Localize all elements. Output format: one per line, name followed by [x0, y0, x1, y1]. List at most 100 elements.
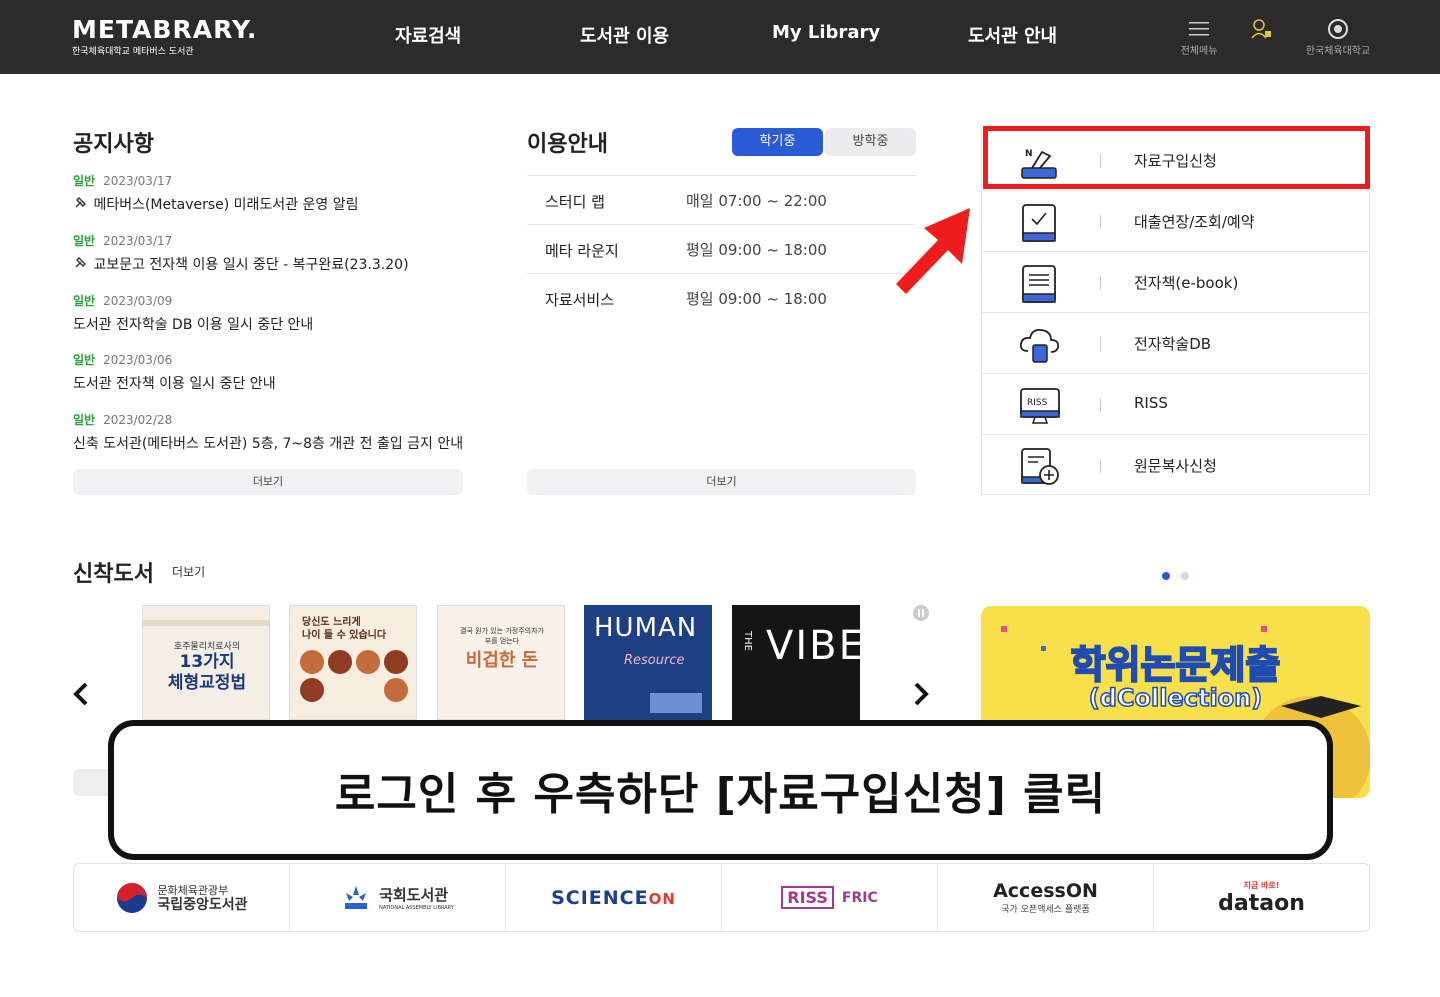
partner-line1: 문화체육관광부: [157, 883, 229, 897]
book-art: [300, 650, 408, 702]
new-books-title: 신착도서: [73, 562, 154, 587]
carousel-dot[interactable]: [1181, 572, 1189, 580]
partner-riss-fric[interactable]: RISS FRIC: [722, 864, 938, 931]
usage-row: 자료서비스 평일 09:00 ~ 18:00: [527, 273, 916, 322]
notice-title: 공지사항: [73, 132, 154, 157]
usage-hours: 평일 09:00 ~ 18:00: [686, 241, 827, 259]
quick-item-database[interactable]: 전자학술DB: [982, 313, 1369, 374]
notice-date: 2023/03/09: [103, 294, 173, 308]
book-cover[interactable]: 호주물리치료사의 13가지 체형교정법: [142, 605, 270, 720]
university-link[interactable]: 한국체육대학교: [1293, 16, 1383, 57]
dataon-logo-icon: 지금 바로! dataon: [1218, 880, 1305, 916]
usage-hours: 매일 07:00 ~ 22:00: [686, 192, 827, 210]
book-subtitle: 호주물리치료사의: [173, 642, 241, 652]
partner-line2: ON: [648, 889, 676, 908]
usage-label: 자료서비스: [545, 291, 615, 309]
nav-search[interactable]: 자료검색: [395, 22, 461, 48]
notice-title-text: 신축 도서관(메타버스 도서관) 5층, 7~8층 개관 전 출입 금지 안내: [73, 436, 464, 452]
next-arrow-button[interactable]: [912, 680, 930, 715]
nav-my-library[interactable]: My Library: [772, 22, 880, 43]
notice-title-text: 교보문고 전자책 이용 일시 중단 - 복구완료(23.3.20): [93, 257, 409, 273]
quick-label: 전자학술DB: [1134, 335, 1212, 353]
notice-item[interactable]: 일반 2023/03/17 메타버스(Metaverse) 미래도서관 운영 알림: [73, 172, 463, 214]
book-title: VIBE: [766, 623, 860, 669]
notice-more-button[interactable]: 더보기: [73, 469, 463, 495]
partner-line2: 국립중앙도서관: [157, 896, 248, 913]
book-cover[interactable]: 당신도 느리게 나이 들 수 있습니다: [289, 605, 417, 720]
partner-dataon[interactable]: 지금 바로! dataon: [1154, 864, 1369, 931]
tab-semester[interactable]: 학기중: [732, 128, 823, 156]
university-emblem-icon: [1293, 16, 1383, 42]
quick-item-loan[interactable]: 대출연장/조회/예약: [982, 191, 1369, 252]
notice-category: 일반: [73, 174, 96, 188]
notice-item[interactable]: 일반 2023/03/06 도서관 전자책 이용 일시 중단 안내: [73, 351, 463, 393]
page: METABRARY. 한국체육대학교 메타버스 도서관 자료검색 도서관 이용 …: [0, 0, 1440, 997]
usage-title: 이용안내: [527, 132, 608, 157]
prev-arrow-button[interactable]: [72, 680, 90, 715]
book-title: HUMAN: [594, 613, 698, 643]
top-header: METABRARY. 한국체육대학교 메타버스 도서관 자료검색 도서관 이용 …: [0, 0, 1440, 74]
scienceon-logo-icon: SCIENCEON: [551, 887, 676, 909]
notice-item[interactable]: 일반 2023/03/09 도서관 전자학술 DB 이용 일시 중단 안내: [73, 292, 463, 334]
quick-item-ebook[interactable]: 전자책(e-book): [982, 252, 1369, 313]
partner-nlk[interactable]: 문화체육관광부 국립중앙도서관: [74, 864, 290, 931]
nav-library-use[interactable]: 도서관 이용: [580, 22, 669, 48]
pause-button[interactable]: [913, 605, 929, 621]
notice-date: 2023/03/06: [103, 353, 173, 367]
separator: [1100, 276, 1101, 290]
notice-category: 일반: [73, 234, 96, 248]
book-title: 비겁한 돈: [465, 650, 539, 671]
nav-library-info[interactable]: 도서관 안내: [968, 22, 1057, 48]
book-cover[interactable]: HUMAN Resource: [584, 605, 712, 720]
separator: [1100, 337, 1101, 351]
riss-fric-logo-icon: RISS: [781, 886, 834, 909]
notice-category: 일반: [73, 353, 96, 367]
logo-subtitle: 한국체육대학교 메타버스 도서관: [72, 47, 194, 57]
carousel-dot-active[interactable]: [1162, 572, 1170, 580]
book-cover[interactable]: VIBE THE: [732, 605, 860, 720]
partner-links: 문화체육관광부 국립중앙도서관 국회도서관 NATIONAL ASSEMBLY …: [73, 863, 1370, 932]
usage-label: 메타 라운지: [545, 242, 619, 260]
quick-item-riss[interactable]: RISS RISS: [982, 374, 1369, 435]
notice-category: 일반: [73, 294, 96, 308]
logo-text: METABRARY.: [72, 15, 258, 44]
highlight-box: [983, 126, 1370, 189]
notice-item[interactable]: 일반 2023/02/28 신축 도서관(메타버스 도서관) 5층, 7~8층 개…: [73, 411, 463, 453]
partner-line1: 지금 바로!: [1243, 880, 1280, 890]
partner-accesson[interactable]: AccessON 국가 오픈액세스 플랫폼: [938, 864, 1154, 931]
partner-line2: FRIC: [841, 889, 878, 906]
site-logo[interactable]: METABRARY. 한국체육대학교 메타버스 도서관: [72, 15, 258, 58]
partner-scienceon[interactable]: SCIENCEON: [506, 864, 722, 931]
usage-label: 스터디 랩: [545, 193, 605, 211]
notice-title-text: 도서관 전자학술 DB 이용 일시 중단 안내: [73, 317, 314, 333]
accesson-logo-icon: AccessON 국가 오픈액세스 플랫폼: [993, 880, 1098, 915]
usage-row: 메타 라운지 평일 09:00 ~ 18:00: [527, 224, 916, 273]
new-books-more-link[interactable]: 더보기: [172, 563, 205, 580]
cloud-db-icon: [1018, 325, 1062, 365]
usage-hours: 평일 09:00 ~ 18:00: [686, 290, 827, 308]
separator: [1100, 459, 1101, 473]
notice-item[interactable]: 일반 2023/03/17 교보문고 전자책 이용 일시 중단 - 복구완료(23…: [73, 232, 463, 274]
book-title: 당신도 느리게 나이 들 수 있습니다: [302, 617, 387, 641]
separator: [1100, 398, 1101, 412]
book-subtitle: 결국 원가 있는 가정주의자가 부를 얻는다: [460, 627, 544, 645]
pin-icon: [73, 197, 89, 213]
banner-title: 학위논문제출: [1070, 642, 1282, 688]
notice-date: 2023/03/17: [103, 234, 173, 248]
quick-label: RISS: [1134, 394, 1168, 412]
tab-vacation[interactable]: 방학중: [825, 128, 916, 156]
riss-monitor-icon: RISS: [1018, 386, 1062, 426]
nanet-logo-icon: [345, 885, 368, 909]
document-add-icon: [1018, 447, 1062, 487]
book-cover[interactable]: 결국 원가 있는 가정주의자가 부를 얻는다 비겁한 돈: [437, 605, 565, 720]
nlk-logo-icon: [117, 882, 148, 913]
book-title: 13가지 체형교정법: [167, 652, 247, 693]
usage-more-button[interactable]: 더보기: [527, 469, 916, 495]
notice-date: 2023/02/28: [103, 413, 173, 427]
pause-icon: [918, 609, 924, 617]
ebook-icon: [1018, 264, 1062, 304]
partner-nanet[interactable]: 국회도서관 NATIONAL ASSEMBLY LIBRARY: [290, 864, 506, 931]
quick-label: 원문복사신청: [1134, 457, 1217, 475]
quick-item-copy-request[interactable]: 원문복사신청: [982, 435, 1369, 496]
partner-line2: 국가 오픈액세스 플랫폼: [1001, 905, 1090, 915]
